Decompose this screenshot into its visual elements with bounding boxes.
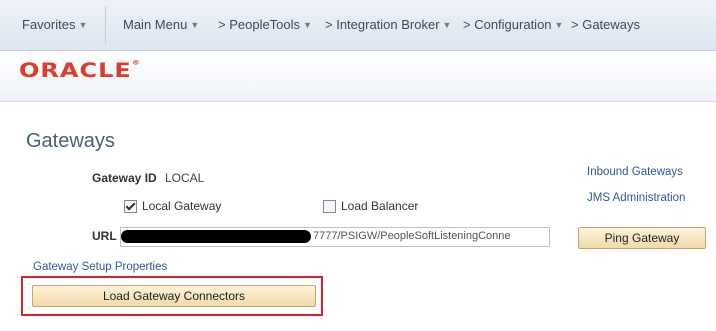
favorites-label: Favorites [22,17,76,32]
top-nav-bar: Favorites ▼ Main Menu ▼ > PeopleTools ▼ > I… [0,0,716,51]
nav-divider [105,6,106,44]
breadcrumb-gateways[interactable]: > Gateways [571,17,640,32]
url-value: 7777/PSIGW/PeopleSoftListeningConne [313,230,511,242]
load-gateway-connectors-button[interactable]: Load Gateway Connectors [32,285,316,307]
breadcrumb-peopletools[interactable]: > PeopleTools ▼ [218,17,312,32]
ping-gateway-button[interactable]: Ping Gateway [578,227,706,249]
load-balancer-label: Load Balancer [341,199,419,213]
chevron-down-icon: ▼ [303,20,312,30]
breadcrumb-configuration[interactable]: > Configuration ▼ [463,17,563,32]
local-gateway-label: Local Gateway [142,199,222,213]
gateway-id-value: LOCAL [165,171,205,185]
main-menu-label: Main Menu [123,17,188,32]
main-menu[interactable]: Main Menu ▼ [123,17,199,32]
gateway-id-label: Gateway ID [92,171,157,185]
registered-mark: ® [131,59,141,67]
inbound-gateways-link[interactable]: Inbound Gateways [587,166,683,178]
page-title: Gateways [26,130,115,152]
local-gateway-checkbox[interactable]: Local Gateway [124,199,221,213]
chevron-down-icon: ▼ [442,20,452,30]
oracle-logo: ORACLE® [19,59,141,82]
url-label: URL [92,229,117,243]
favorites-menu[interactable]: Favorites ▼ [22,17,87,32]
load-balancer-checkbox[interactable]: Load Balancer [323,199,418,213]
url-input[interactable]: 7777/PSIGW/PeopleSoftListeningConne [120,227,550,247]
brand-header: ORACLE® [0,51,716,102]
jms-administration-link[interactable]: JMS Administration [587,192,685,204]
checkbox-checked-icon [124,199,137,213]
chevron-down-icon: ▼ [78,20,88,30]
chevron-down-icon: ▼ [554,20,564,30]
chevron-down-icon: ▼ [190,20,200,30]
redacted-host-block [121,230,311,243]
gateway-setup-properties-link[interactable]: Gateway Setup Properties [33,261,167,273]
breadcrumb-integration-broker[interactable]: > Integration Broker ▼ [325,17,451,32]
checkbox-unchecked-icon [323,199,336,213]
